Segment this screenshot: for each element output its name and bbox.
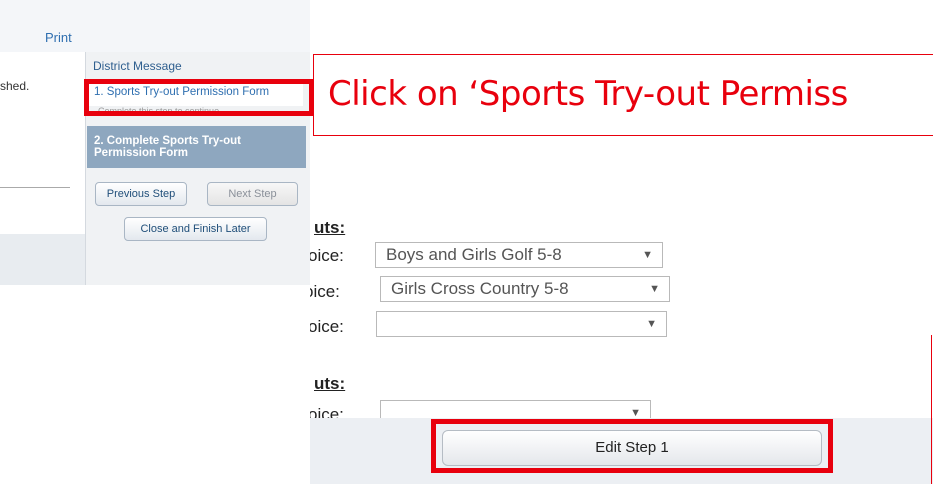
section-heading: uts:	[314, 374, 346, 393]
third-choice-select[interactable]: ▼	[376, 311, 667, 337]
instruction-text: Click on ‘Sports Try-out Permiss	[328, 74, 848, 114]
step-2-label: 2. Complete Sports Try-out Permission Fo…	[94, 135, 241, 159]
panel-title: District Message	[93, 59, 182, 73]
previous-step-button[interactable]: Previous Step	[95, 182, 187, 206]
choice-label: oice:	[310, 246, 344, 265]
district-message-screenshot: Print shed. District Message 1. Sports T…	[0, 0, 310, 285]
left-footer-band	[0, 234, 85, 285]
first-choice-select[interactable]: Boys and Girls Golf 5-8 ▼	[375, 242, 663, 268]
choice-label: oice:	[310, 282, 340, 301]
choice-label: oice:	[310, 317, 344, 336]
toolbar	[0, 0, 310, 53]
chevron-down-icon: ▼	[649, 283, 660, 295]
step-1-highlight	[84, 79, 314, 116]
next-step-button[interactable]: Next Step	[207, 182, 298, 206]
edit-button-highlight	[431, 419, 833, 473]
select-value: Girls Cross Country 5-8	[391, 279, 569, 298]
section-heading: uts:	[314, 218, 346, 237]
chevron-down-icon: ▼	[646, 318, 657, 330]
callout-edge	[931, 335, 932, 484]
second-choice-select[interactable]: Girls Cross Country 5-8 ▼	[380, 276, 670, 302]
divider	[0, 187, 70, 188]
select-value: Boys and Girls Golf 5-8	[386, 245, 562, 264]
chevron-down-icon: ▼	[642, 249, 653, 261]
close-and-finish-later-button[interactable]: Close and Finish Later	[124, 217, 267, 241]
print-link[interactable]: Print	[45, 30, 72, 45]
step-2-item[interactable]: 2. Complete Sports Try-out Permission Fo…	[87, 126, 306, 168]
tryout-form-screenshot: uts: oice: Boys and Girls Golf 5-8 ▼ oic…	[310, 200, 933, 484]
left-status-text: shed.	[0, 79, 30, 93]
